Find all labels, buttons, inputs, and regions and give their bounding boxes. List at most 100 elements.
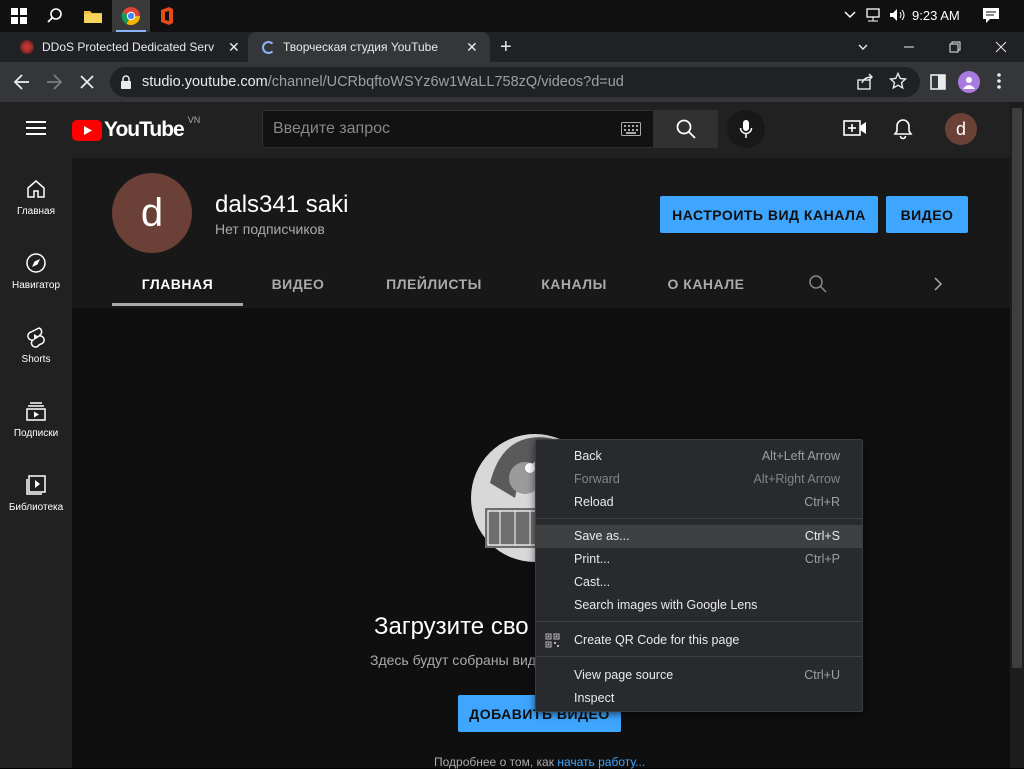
clock-time[interactable]: 9:23 AM — [912, 0, 960, 32]
restore-icon[interactable] — [932, 32, 978, 62]
youtube-play-icon — [72, 119, 102, 141]
channel-avatar[interactable]: d — [112, 173, 192, 253]
guide-item-explore[interactable]: Навигатор — [0, 252, 72, 326]
menu-item-shortcut: Ctrl+S — [804, 529, 840, 543]
guide-item-subscriptions[interactable]: Подписки — [0, 400, 72, 474]
channel-search-icon[interactable] — [808, 274, 828, 299]
menu-item-inspect[interactable]: Inspect — [536, 687, 862, 710]
url-host: studio.youtube.com — [142, 74, 268, 90]
guide-item-library[interactable]: Библиотека — [0, 474, 72, 548]
menu-item-shortcut: Alt+Left Arrow — [761, 449, 840, 463]
menu-separator — [536, 656, 862, 657]
tab-channels[interactable]: КАНАЛЫ — [515, 262, 633, 306]
url-text[interactable]: studio.youtube.com/channel/UCRbqftoWSYz6… — [142, 67, 624, 97]
tab-label: ВИДЕО — [271, 276, 325, 292]
context-menu: Back Alt+Left Arrow Forward Alt+Right Arro… — [535, 439, 863, 712]
tray-chevron-icon[interactable] — [843, 8, 857, 27]
menu-item-shortcut: Alt+Right Arrow — [753, 472, 841, 486]
region-code: VN — [187, 115, 201, 125]
minimize-icon[interactable] — [886, 32, 932, 62]
tab-videos[interactable]: ВИДЕО — [243, 262, 353, 306]
menu-item-shortcut: Ctrl+R — [804, 495, 840, 509]
manage-videos-button[interactable]: ВИДЕО — [886, 196, 968, 233]
tab-playlists[interactable]: ПЛЕЙЛИСТЫ — [353, 262, 515, 306]
close-window-icon[interactable] — [978, 32, 1024, 62]
account-avatar[interactable]: d — [945, 113, 977, 145]
tab-label: ПЛЕЙЛИСТЫ — [386, 276, 482, 292]
close-tab-icon[interactable]: ✕ — [228, 39, 240, 56]
menu-item-google-lens[interactable]: Search images with Google Lens — [536, 594, 862, 617]
chrome-taskbar-icon[interactable] — [112, 0, 150, 32]
close-tab-icon[interactable]: ✕ — [466, 39, 478, 56]
stop-loading-icon[interactable] — [78, 73, 96, 96]
customize-channel-button[interactable]: НАСТРОИТЬ ВИД КАНАЛА — [660, 196, 878, 233]
hamburger-menu-icon[interactable] — [26, 120, 46, 141]
menu-item-forward[interactable]: Forward Alt+Right Arrow — [536, 468, 862, 491]
menu-item-cast[interactable]: Cast... — [536, 571, 862, 594]
browser-tab-ddos[interactable]: DDoS Protected Dedicated Serve ✕ — [10, 32, 246, 62]
browser-tab-youtube-studio[interactable]: Творческая студия YouTube ✕ — [248, 32, 490, 62]
subscriber-count: Нет подписчиков — [215, 221, 325, 237]
empty-state-title: Загрузите сво — [374, 613, 529, 640]
profile-avatar-icon[interactable] — [958, 71, 980, 93]
bookmark-star-icon[interactable] — [888, 71, 908, 95]
keyboard-icon[interactable] — [621, 122, 641, 141]
home-icon — [27, 180, 45, 198]
tab-search-icon[interactable] — [840, 32, 886, 62]
learn-more-text: Подробнее о том, как начать работу... — [434, 755, 645, 769]
search-input[interactable] — [271, 111, 611, 147]
notifications-icon[interactable] — [982, 6, 1000, 29]
menu-item-save-as[interactable]: Save as... Ctrl+S — [536, 525, 862, 548]
back-arrow-icon[interactable] — [12, 72, 32, 97]
menu-item-view-source[interactable]: View page source Ctrl+U — [536, 664, 862, 687]
share-icon[interactable] — [856, 73, 874, 96]
search-button[interactable] — [654, 110, 718, 148]
new-tab-icon[interactable]: + — [500, 36, 512, 59]
menu-item-qr-code[interactable]: Create QR Code for this page — [536, 629, 862, 652]
side-panel-icon[interactable] — [930, 74, 946, 95]
chrome-menu-icon[interactable] — [996, 72, 1002, 95]
guide-item-home[interactable]: Главная — [0, 178, 72, 252]
tab-title: DDoS Protected Dedicated Serve — [42, 40, 214, 54]
windows-start-icon[interactable] — [0, 0, 38, 32]
menu-item-label: Create QR Code for this page — [574, 633, 740, 647]
guide-item-label: Подписки — [13, 428, 59, 439]
forward-arrow-icon[interactable] — [44, 72, 64, 97]
scrollbar-thumb[interactable] — [1012, 108, 1022, 668]
shorts-icon — [27, 327, 45, 348]
menu-item-print[interactable]: Print... Ctrl+P — [536, 548, 862, 571]
menu-item-label: Print... — [574, 552, 611, 566]
tab-home[interactable]: ГЛАВНАЯ — [112, 262, 243, 306]
library-icon — [26, 475, 46, 495]
menu-item-shortcut: Ctrl+P — [804, 552, 840, 566]
search-icon — [676, 119, 696, 139]
file-explorer-icon[interactable] — [74, 0, 112, 32]
menu-item-label: Back — [574, 449, 602, 463]
youtube-logo[interactable]: YouTube VN — [72, 115, 201, 142]
menu-item-label: Search images with Google Lens — [574, 598, 758, 612]
network-icon[interactable] — [864, 7, 882, 28]
office-icon[interactable] — [148, 0, 186, 32]
voice-search-button[interactable] — [727, 110, 765, 148]
search-box[interactable] — [262, 110, 654, 148]
loading-spinner-icon — [262, 40, 275, 54]
menu-item-label: Reload — [574, 495, 614, 509]
menu-separator — [536, 621, 862, 622]
qr-code-icon — [545, 633, 560, 651]
tab-about[interactable]: О КАНАЛЕ — [633, 262, 779, 306]
volume-icon[interactable] — [888, 7, 908, 28]
menu-item-reload[interactable]: Reload Ctrl+R — [536, 491, 862, 514]
microphone-icon — [739, 120, 753, 138]
empty-state-subtitle: Здесь будут собраны вид — [370, 652, 536, 668]
notifications-bell-icon[interactable] — [893, 118, 913, 145]
get-started-link[interactable]: начать работу... — [557, 755, 645, 769]
url-path: /channel/UCRbqftoWSYz6w1WaLL758zQ/videos… — [267, 74, 624, 90]
guide-item-label: Shorts — [21, 354, 51, 365]
menu-item-label: Inspect — [574, 691, 615, 705]
lock-icon[interactable] — [120, 75, 132, 94]
tabs-scroll-right-icon[interactable] — [932, 276, 944, 297]
guide-item-shorts[interactable]: Shorts — [0, 326, 72, 400]
create-video-icon[interactable] — [843, 118, 867, 143]
search-icon[interactable] — [36, 0, 74, 32]
menu-item-back[interactable]: Back Alt+Left Arrow — [536, 445, 862, 468]
